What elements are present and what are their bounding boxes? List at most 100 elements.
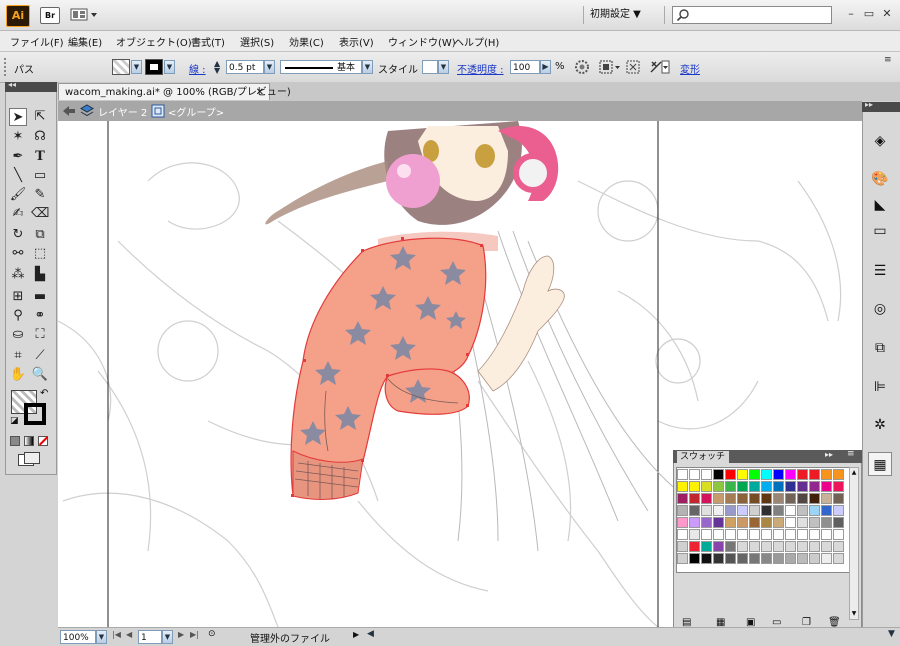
breadcrumb-layer[interactable]: レイヤー 2 bbox=[98, 104, 147, 119]
swatch-cell[interactable] bbox=[785, 469, 796, 480]
help-search-input[interactable] bbox=[672, 6, 832, 24]
swatches-scrollbar[interactable]: ▲ ▼ bbox=[849, 467, 859, 620]
swatch-cell[interactable] bbox=[797, 493, 808, 504]
swatch-cell[interactable] bbox=[689, 469, 700, 480]
close-button[interactable]: ✕ bbox=[880, 7, 894, 21]
swatch-cell[interactable] bbox=[725, 469, 736, 480]
swatch-cell[interactable] bbox=[821, 553, 832, 564]
swatch-cell[interactable] bbox=[833, 481, 844, 492]
magic-wand-tool-icon[interactable]: ✶ bbox=[9, 128, 27, 146]
swatch-cell[interactable] bbox=[725, 481, 736, 492]
breadcrumb-group[interactable]: <グループ> bbox=[168, 104, 224, 119]
next-artboard-icon[interactable]: ▶ bbox=[178, 630, 184, 639]
back-arrow-icon[interactable] bbox=[62, 105, 76, 117]
live-paint-selection-tool-icon[interactable]: ⛶ bbox=[31, 326, 49, 344]
swatch-cell[interactable] bbox=[725, 553, 736, 564]
swatch-cell[interactable] bbox=[713, 469, 724, 480]
swatch-cell[interactable] bbox=[713, 481, 724, 492]
document-tab[interactable]: wacom_making.ai* @ 100% (RGB/プレビュー) ✕ bbox=[58, 83, 291, 100]
swatch-cell[interactable] bbox=[797, 553, 808, 564]
menu-object[interactable]: オブジェクト(O) bbox=[116, 34, 192, 49]
type-tool-icon[interactable]: T bbox=[31, 148, 49, 166]
swatch-cell[interactable] bbox=[809, 481, 820, 492]
swatch-cell[interactable] bbox=[689, 481, 700, 492]
swatch-cell[interactable] bbox=[677, 493, 688, 504]
swatch-cell[interactable] bbox=[737, 505, 748, 516]
swatch-cell[interactable] bbox=[785, 553, 796, 564]
swatch-cell[interactable] bbox=[713, 505, 724, 516]
brush-definition-field[interactable]: 基本 bbox=[280, 60, 362, 74]
swatch-cell[interactable] bbox=[737, 553, 748, 564]
swatch-cell[interactable] bbox=[773, 469, 784, 480]
gradient-mode-icon[interactable] bbox=[24, 436, 34, 446]
swatch-cell[interactable] bbox=[737, 541, 748, 552]
menu-window[interactable]: ウィンドウ(W) bbox=[388, 34, 456, 49]
swatch-cell[interactable] bbox=[785, 541, 796, 552]
brushes-panel-icon[interactable]: ✲ bbox=[868, 413, 892, 437]
swatch-cell[interactable] bbox=[725, 505, 736, 516]
swatch-cell[interactable] bbox=[677, 481, 688, 492]
swatch-cell[interactable] bbox=[821, 529, 832, 540]
swatch-cell[interactable] bbox=[773, 517, 784, 528]
selection-tool-icon[interactable]: ➤ bbox=[9, 108, 27, 126]
status-menu-arrow[interactable]: ▶ bbox=[353, 630, 359, 639]
swatch-cell[interactable] bbox=[821, 481, 832, 492]
swatch-cell[interactable] bbox=[725, 517, 736, 528]
swatch-cell[interactable] bbox=[749, 541, 760, 552]
bridge-button[interactable]: Br bbox=[40, 7, 60, 24]
swatch-cell[interactable] bbox=[773, 493, 784, 504]
swatch-cell[interactable] bbox=[773, 505, 784, 516]
stroke-panel-icon[interactable]: ☰ bbox=[868, 259, 892, 283]
swatch-cell[interactable] bbox=[773, 481, 784, 492]
pencil-tool-icon[interactable]: ✎ bbox=[31, 186, 49, 204]
swatch-cell[interactable] bbox=[785, 517, 796, 528]
graph-tool-icon[interactable]: ▙ bbox=[31, 266, 49, 284]
swatch-cell[interactable] bbox=[833, 517, 844, 528]
stroke-weight-dropdown[interactable]: ▼ bbox=[264, 60, 275, 74]
swatch-cell[interactable] bbox=[821, 505, 832, 516]
swatch-cell[interactable] bbox=[761, 553, 772, 564]
swatches-tab[interactable]: スウォッチ bbox=[677, 451, 729, 464]
scale-tool-icon[interactable]: ⧉ bbox=[31, 226, 49, 244]
swatch-cell[interactable] bbox=[821, 517, 832, 528]
previous-artboard-icon[interactable]: ◀ bbox=[126, 630, 132, 639]
swatch-cell[interactable] bbox=[677, 505, 688, 516]
swatch-cell[interactable] bbox=[785, 481, 796, 492]
swatch-cell[interactable] bbox=[737, 493, 748, 504]
swatch-cell[interactable] bbox=[809, 505, 820, 516]
menu-help[interactable]: ヘルプ(H) bbox=[454, 34, 499, 49]
swatch-cell[interactable] bbox=[833, 541, 844, 552]
swatch-cell[interactable] bbox=[809, 529, 820, 540]
eyedropper-tool-icon[interactable]: ⚲ bbox=[9, 307, 27, 325]
swatch-cell[interactable] bbox=[701, 553, 712, 564]
swatch-cell[interactable] bbox=[797, 541, 808, 552]
swatch-cell[interactable] bbox=[797, 505, 808, 516]
default-fill-stroke-icon[interactable]: ◪ bbox=[10, 416, 19, 426]
swatch-cell[interactable] bbox=[701, 505, 712, 516]
direct-selection-tool-icon[interactable]: ⇱ bbox=[31, 108, 49, 126]
swatch-cell[interactable] bbox=[713, 493, 724, 504]
stroke-weight-stepper[interactable]: ▲ ▼ bbox=[214, 60, 224, 75]
swatch-cell[interactable] bbox=[701, 481, 712, 492]
swatch-cell[interactable] bbox=[761, 505, 772, 516]
swatch-cell[interactable] bbox=[689, 553, 700, 564]
swatch-cell[interactable] bbox=[725, 529, 736, 540]
swatch-cell[interactable] bbox=[713, 553, 724, 564]
swatch-cell[interactable] bbox=[713, 541, 724, 552]
swatch-cell[interactable] bbox=[797, 517, 808, 528]
swatch-cell[interactable] bbox=[689, 541, 700, 552]
restore-button[interactable]: ▭ bbox=[862, 7, 876, 21]
swatch-cell[interactable] bbox=[809, 493, 820, 504]
swatch-cell[interactable] bbox=[749, 469, 760, 480]
brush-dropdown[interactable]: ▼ bbox=[362, 60, 373, 74]
color-mode-icon[interactable] bbox=[10, 436, 20, 446]
minimize-button[interactable]: – bbox=[844, 7, 858, 21]
stroke-color-box[interactable] bbox=[24, 403, 46, 425]
fill-dropdown-arrow[interactable]: ▼ bbox=[131, 60, 142, 74]
swatch-cell[interactable] bbox=[737, 529, 748, 540]
swatch-cell[interactable] bbox=[701, 541, 712, 552]
swatch-cell[interactable] bbox=[725, 541, 736, 552]
opacity-field[interactable]: 100 bbox=[510, 60, 540, 74]
menu-edit[interactable]: 編集(E) bbox=[68, 34, 102, 49]
menu-select[interactable]: 選択(S) bbox=[240, 34, 274, 49]
